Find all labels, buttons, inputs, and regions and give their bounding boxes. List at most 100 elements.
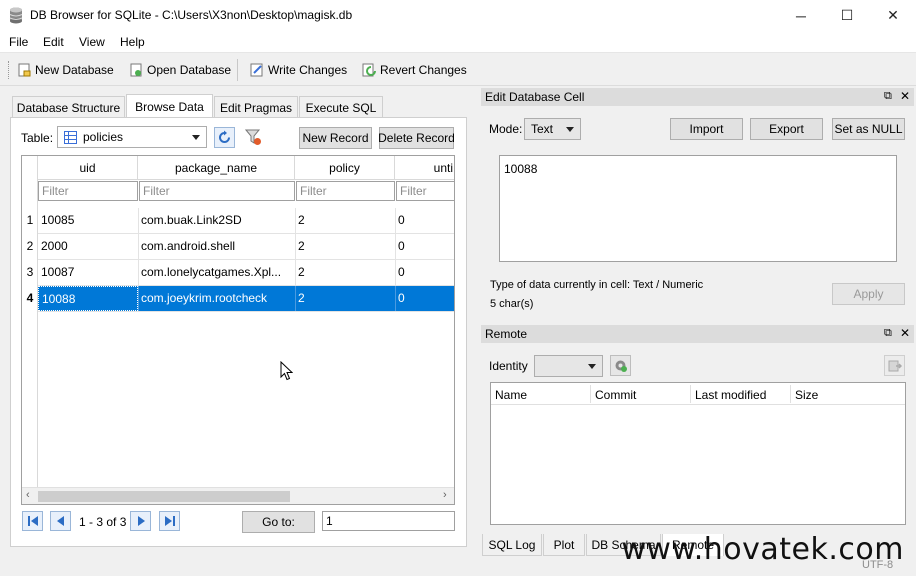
undock-icon[interactable]: ⧉ <box>884 327 892 340</box>
clear-filters-button[interactable] <box>243 127 264 148</box>
row-number-selected[interactable]: 4 <box>22 286 38 311</box>
title-bar: DB Browser for SQLite - C:\Users\X3non\D… <box>0 0 916 31</box>
open-database-button[interactable]: Open Database <box>129 59 231 81</box>
tab-database-structure[interactable]: Database Structure <box>12 96 125 118</box>
menu-file[interactable]: File <box>9 35 28 49</box>
table-cell[interactable]: com.android.shell <box>138 234 295 259</box>
identity-select[interactable] <box>534 355 603 377</box>
row-number[interactable]: 3 <box>22 260 38 285</box>
table-cell[interactable]: 2 <box>295 234 395 259</box>
first-page-button[interactable] <box>22 511 43 531</box>
cell-size-info: 5 char(s) <box>490 298 534 310</box>
main-toolbar: New Database Open Database Write Changes… <box>0 53 916 86</box>
new-database-icon <box>18 63 31 77</box>
row-number[interactable]: 1 <box>22 208 38 233</box>
column-header-package-name[interactable]: package_name <box>138 156 295 180</box>
table-cell[interactable]: 0 <box>395 234 454 259</box>
table-cell[interactable]: 2000 <box>38 234 138 259</box>
mouse-pointer-icon <box>280 361 293 381</box>
edit-cell-dock-title: Edit Database Cell <box>481 88 914 106</box>
clear-filter-icon <box>245 129 261 145</box>
undock-icon[interactable]: ⧉ <box>884 90 892 103</box>
mode-select[interactable]: Text <box>524 118 581 140</box>
refresh-button[interactable] <box>214 127 235 148</box>
close-dock-icon[interactable]: ✕ <box>900 326 910 340</box>
first-page-icon <box>27 516 38 526</box>
remote-column-size[interactable]: Size <box>795 388 818 402</box>
gear-icon <box>615 360 627 372</box>
table-cell[interactable]: com.buak.Link2SD <box>138 208 295 233</box>
previous-page-button[interactable] <box>50 511 71 531</box>
new-database-button[interactable]: New Database <box>17 59 114 81</box>
table-cell[interactable]: 10085 <box>38 208 138 233</box>
tab-execute-sql[interactable]: Execute SQL <box>299 96 383 118</box>
cell-editor-textarea[interactable]: 10088 <box>499 155 897 262</box>
tab-plot[interactable]: Plot <box>543 534 585 556</box>
data-grid[interactable]: uid package_name policy unti Filter Filt… <box>21 155 455 505</box>
mode-label: Mode: <box>489 122 523 136</box>
column-divider <box>690 385 691 403</box>
close-dock-icon[interactable]: ✕ <box>900 89 910 103</box>
menu-view[interactable]: View <box>79 35 105 49</box>
row-gutter-divider <box>37 156 38 488</box>
column-header-uid[interactable]: uid <box>38 156 138 180</box>
identity-label: Identity <box>489 359 528 373</box>
filter-until-input[interactable]: Filter <box>396 181 454 201</box>
tab-browse-data[interactable]: Browse Data <box>126 94 213 118</box>
table-cell[interactable]: 0 <box>395 260 454 285</box>
table-cell[interactable]: 0 <box>395 208 454 233</box>
scrollbar-thumb[interactable] <box>38 491 290 502</box>
scroll-left-icon[interactable]: ‹ <box>26 489 30 501</box>
horizontal-scrollbar[interactable]: ‹ › <box>22 487 454 504</box>
column-header-policy[interactable]: policy <box>295 156 395 180</box>
close-window-button[interactable]: ✕ <box>870 0 916 31</box>
revert-changes-button[interactable]: Revert Changes <box>362 59 467 81</box>
tab-edit-pragmas[interactable]: Edit Pragmas <box>214 96 298 118</box>
goto-page-input[interactable]: 1 <box>322 511 455 531</box>
new-record-button[interactable]: New Record <box>299 127 372 149</box>
apply-button[interactable]: Apply <box>832 283 905 305</box>
grid-line <box>395 286 396 311</box>
export-button[interactable]: Export <box>750 118 823 140</box>
pagination-status: 1 - 3 of 3 <box>79 515 127 529</box>
menu-help[interactable]: Help <box>120 35 145 49</box>
remote-file-list[interactable]: Name Commit Last modified Size <box>490 382 906 525</box>
table-cell-selected[interactable]: 10088 <box>38 286 138 311</box>
table-cell[interactable]: 2 <box>295 260 395 285</box>
remote-push-button[interactable] <box>884 355 905 376</box>
table-select[interactable]: policies <box>57 126 207 148</box>
table-cell[interactable]: 2 <box>295 286 395 311</box>
set-null-button[interactable]: Set as NULL <box>832 118 905 140</box>
identity-settings-button[interactable] <box>610 355 631 376</box>
remote-column-commit[interactable]: Commit <box>595 388 636 402</box>
remote-column-last-modified[interactable]: Last modified <box>695 388 766 402</box>
tab-sql-log[interactable]: SQL Log <box>482 534 542 556</box>
next-page-button[interactable] <box>130 511 151 531</box>
table-icon <box>64 130 77 144</box>
minimize-button[interactable]: ─ <box>778 0 824 31</box>
table-cell[interactable]: com.joeykrim.rootcheck <box>138 286 295 311</box>
scroll-right-icon[interactable]: › <box>443 489 447 501</box>
column-header-until[interactable]: unti <box>395 156 454 180</box>
menu-edit[interactable]: Edit <box>43 35 64 49</box>
upload-icon <box>888 360 902 371</box>
revert-changes-icon <box>362 63 376 77</box>
last-page-button[interactable] <box>159 511 180 531</box>
row-number[interactable]: 2 <box>22 234 38 259</box>
last-page-icon <box>164 516 175 526</box>
delete-record-button[interactable]: Delete Record <box>378 127 455 149</box>
table-cell[interactable]: 2 <box>295 208 395 233</box>
filter-uid-input[interactable]: Filter <box>38 181 138 201</box>
toolbar-separator <box>237 59 238 81</box>
goto-button[interactable]: Go to: <box>242 511 315 533</box>
maximize-button[interactable]: ☐ <box>824 0 870 31</box>
import-button[interactable]: Import <box>670 118 743 140</box>
table-cell[interactable]: com.lonelycatgames.Xpl... <box>138 260 295 285</box>
filter-policy-input[interactable]: Filter <box>296 181 395 201</box>
filter-package-name-input[interactable]: Filter <box>139 181 295 201</box>
remote-column-name[interactable]: Name <box>495 388 527 402</box>
table-cell[interactable]: 10087 <box>38 260 138 285</box>
write-changes-button[interactable]: Write Changes <box>250 59 347 81</box>
table-cell[interactable]: 0 <box>395 286 454 311</box>
close-icon: ✕ <box>887 7 899 23</box>
